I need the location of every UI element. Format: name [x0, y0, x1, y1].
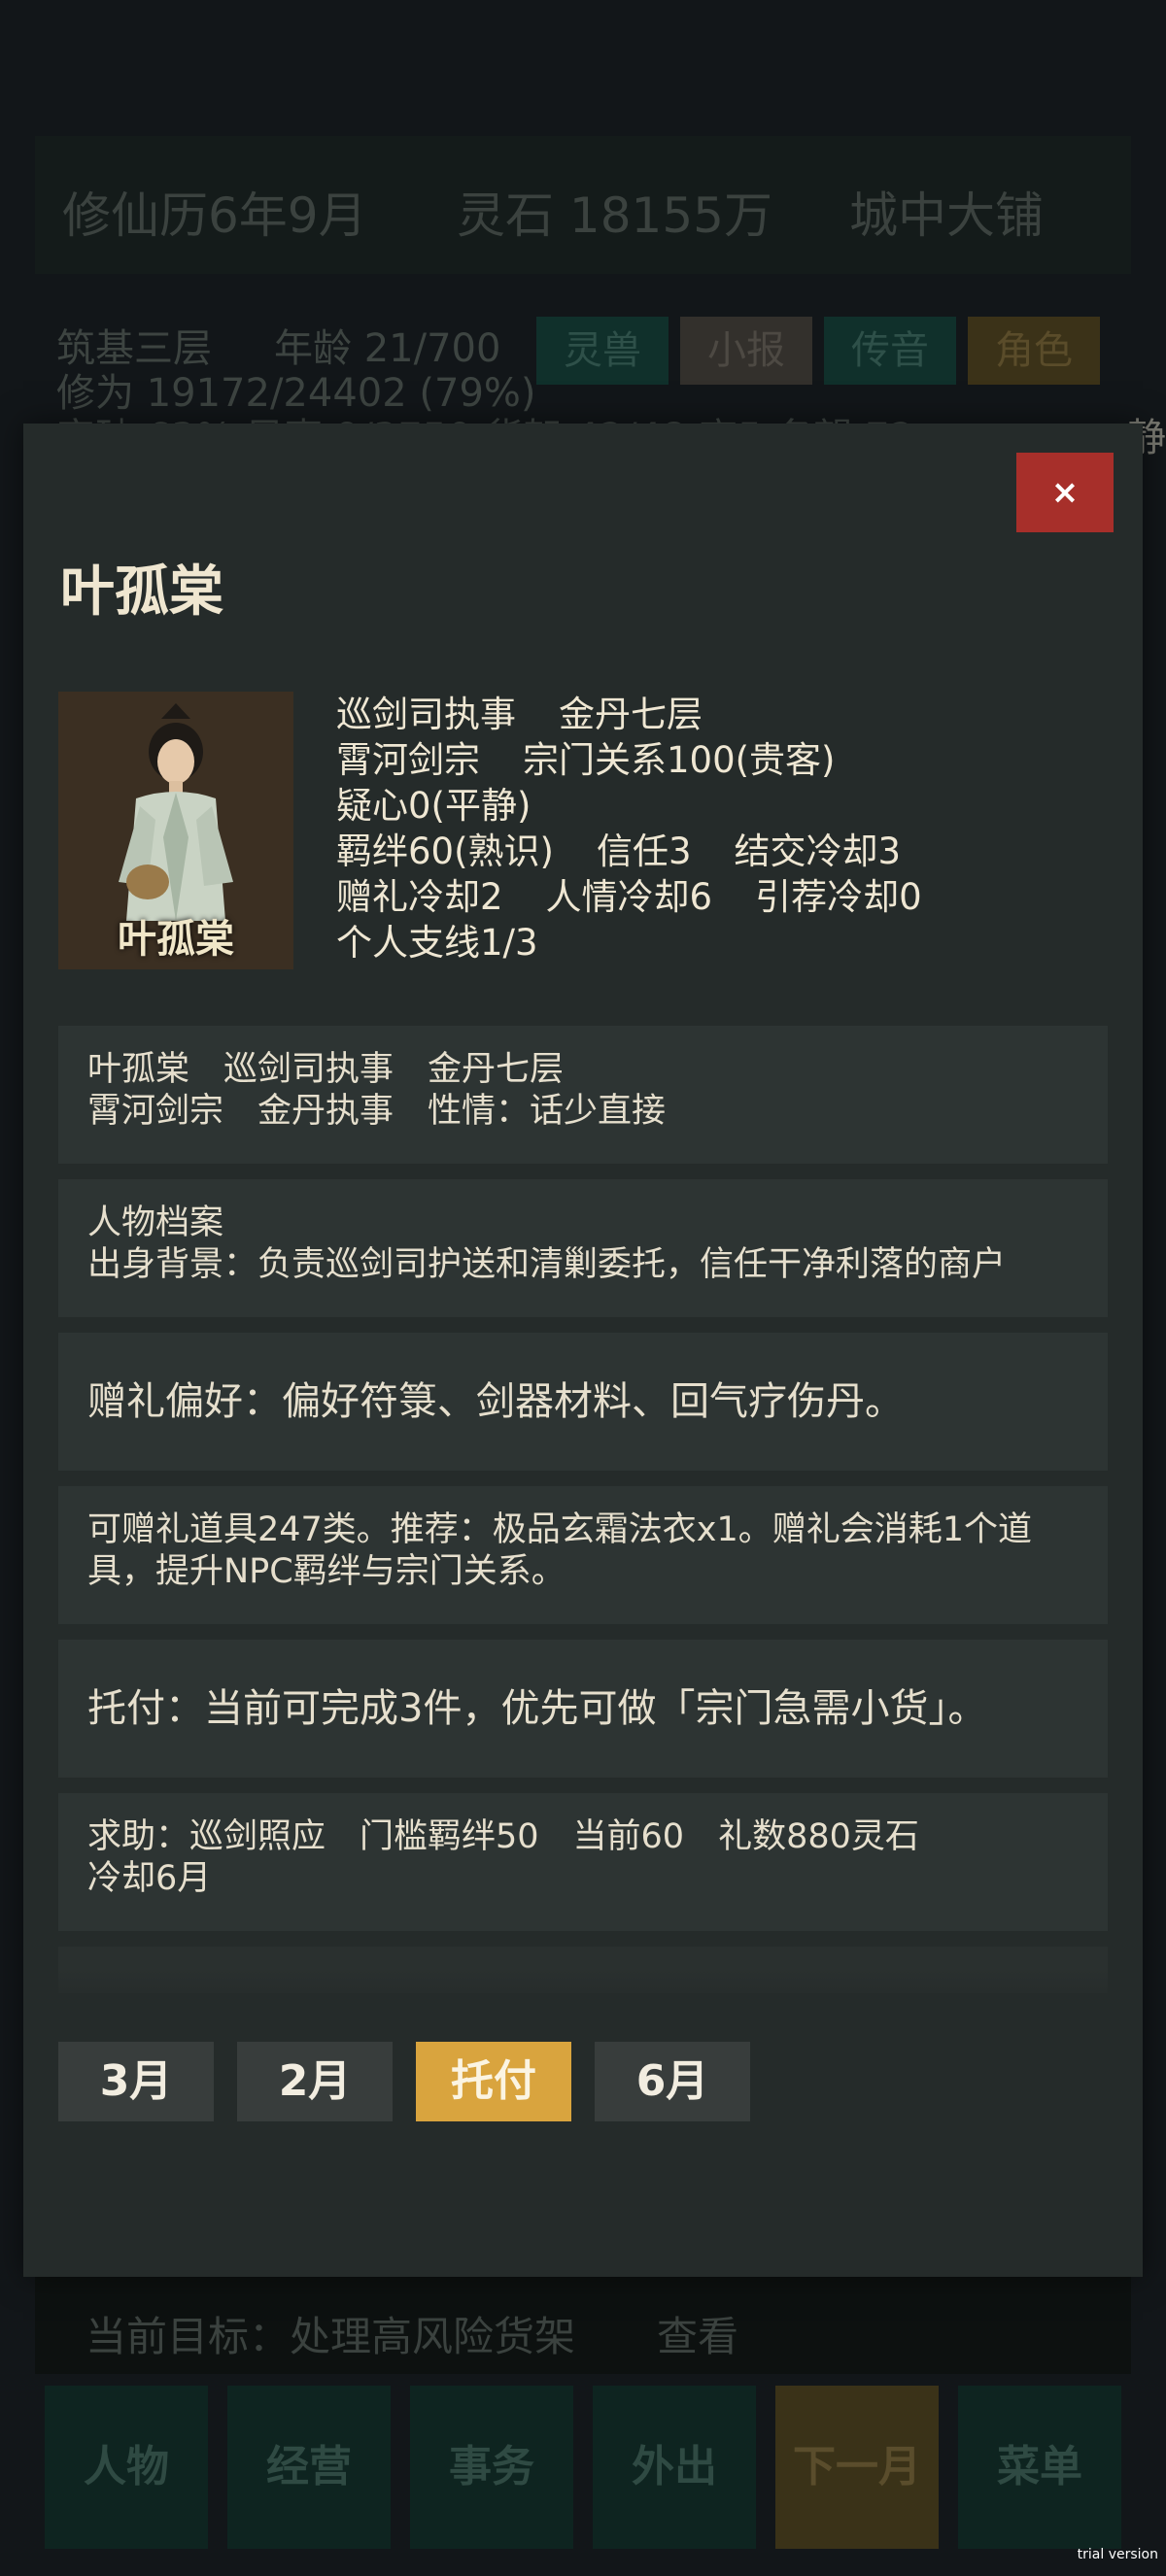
gift-preference-card: 赠礼偏好：偏好符箓、剑器材料、回气疗伤丹。	[58, 1333, 1108, 1471]
nav-affairs-button[interactable]: 事务	[410, 2386, 573, 2549]
sect-relation: 宗门关系100(贵客)	[523, 739, 836, 781]
npc-position: 巡剑司执事	[336, 694, 516, 735]
help-request-card[interactable]: 求助：巡剑照应 门槛羁绊50 当前60 礼数880灵石 冷却6月	[58, 1793, 1108, 1931]
help-line-1: 求助：巡剑照应 门槛羁绊50 当前60 礼数880灵石	[87, 1817, 919, 1856]
nav-character-button[interactable]: 人物	[45, 2386, 208, 2549]
location: 城中大铺	[849, 187, 1044, 244]
nav-travel-button[interactable]: 外出	[593, 2386, 756, 2549]
favor-cooldown: 人情冷却6	[545, 876, 713, 918]
trial-watermark: trial version	[1077, 2547, 1158, 2562]
giftable-line-1: 可赠礼道具247类。推荐：极品玄霜法衣x1。赠礼会消耗1个道	[87, 1510, 1033, 1549]
nav-menu-button[interactable]: 菜单	[958, 2386, 1121, 2549]
tag-news[interactable]: 小报	[680, 317, 812, 385]
giftable-line-2: 具，提升NPC羁绊与宗门关系。	[87, 1552, 566, 1591]
gift-preference: 赠礼偏好：偏好符箓、剑器材料、回气疗伤丹。	[87, 1379, 904, 1424]
profile-title: 人物档案	[87, 1203, 224, 1242]
gift-cooldown: 赠礼冷却2	[336, 876, 503, 918]
info-line-4: 羁绊60(熟识) 信任3 结交冷却3	[336, 829, 922, 874]
tag-beast[interactable]: 灵兽	[536, 317, 669, 385]
befriend-cooldown: 结交冷却3	[734, 830, 902, 872]
giftable-items-card[interactable]: 可赠礼道具247类。推荐：极品玄霜法衣x1。赠礼会消耗1个道 具，提升NPC羁绊…	[58, 1486, 1108, 1624]
profile-card: 人物档案 出身背景：负责巡剑司护送和清剿委托，信任干净利落的商户	[58, 1179, 1108, 1317]
close-button[interactable]: ×	[1016, 453, 1114, 532]
spirit-stones: 灵石 18155万	[457, 187, 772, 244]
npc-realm: 金丹七层	[559, 694, 703, 735]
npc-portrait: 叶孤棠	[58, 692, 293, 969]
profile-background: 出身背景：负责巡剑司护送和清剿委托，信任干净利落的商户	[87, 1245, 1007, 1284]
current-goal-bar[interactable]: 当前目标：处理高风险货架 查看	[35, 2277, 1131, 2374]
tab-entrust[interactable]: 托付	[416, 2042, 571, 2121]
current-goal: 当前目标：处理高风险货架 查看	[86, 2313, 739, 2360]
info-line-6: 个人支线1/3	[336, 922, 538, 964]
top-status-bar: 修仙历6年9月 灵石 18155万 城中大铺	[35, 136, 1131, 274]
nav-next-month-button[interactable]: 下一月	[775, 2386, 939, 2549]
info-line-5: 赠礼冷却2 人情冷却6 引荐冷却0	[336, 874, 922, 920]
identity-card: 叶孤棠 巡剑司执事 金丹七层 霄河剑宗 金丹执事 性情：话少直接	[58, 1026, 1108, 1164]
identity-line-1: 叶孤棠 巡剑司执事 金丹七层	[87, 1050, 565, 1089]
tab-march[interactable]: 3月	[58, 2042, 214, 2121]
identity-line-2: 霄河剑宗 金丹执事 性情：话少直接	[87, 1092, 667, 1131]
tab-june[interactable]: 6月	[595, 2042, 750, 2121]
npc-info: 巡剑司执事 金丹七层 霄河剑宗 宗门关系100(贵客) 疑心0(平静) 羁绊60(熟…	[336, 692, 922, 966]
tab-february[interactable]: 2月	[237, 2042, 393, 2121]
bond-value: 羁绊60(熟识)	[336, 830, 554, 872]
trust-value: 信任3	[596, 830, 692, 872]
npc-name-title: 叶孤棠	[60, 560, 223, 624]
entrust-card[interactable]: 托付：当前可完成3件，优先可做「宗门急需小货」。	[58, 1640, 1108, 1778]
tag-character[interactable]: 角色	[968, 317, 1100, 385]
info-line-3: 疑心0(平静)	[336, 785, 532, 827]
info-line-1: 巡剑司执事 金丹七层	[336, 692, 922, 737]
nav-business-button[interactable]: 经营	[227, 2386, 391, 2549]
scroll-fade	[47, 1968, 1119, 2007]
npc-detail-modal: × 叶孤棠 叶孤棠 巡剑司执事 金丹七层 霄河剑宗 宗门关系100(贵客) 疑心0(…	[23, 424, 1143, 2277]
portrait-name-label: 叶孤棠	[118, 917, 234, 962]
npc-sect: 霄河剑宗	[336, 739, 480, 781]
entrust-text: 托付：当前可完成3件，优先可做「宗门急需小货」。	[87, 1686, 987, 1731]
help-line-2: 冷却6月	[87, 1859, 212, 1898]
game-date: 修仙历6年9月	[62, 187, 367, 244]
tag-message[interactable]: 传音	[824, 317, 956, 385]
referral-cooldown: 引荐冷却0	[755, 876, 922, 918]
info-line-2: 霄河剑宗 宗门关系100(贵客)	[336, 737, 922, 783]
